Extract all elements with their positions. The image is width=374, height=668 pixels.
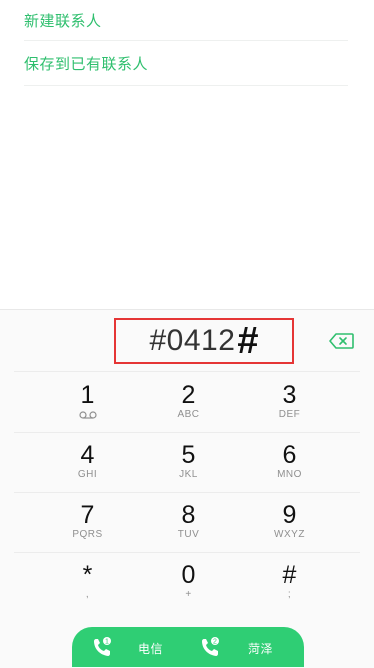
keypad-divider — [14, 552, 360, 553]
key-digit: 1 — [80, 381, 95, 409]
key-digit: 2 — [181, 381, 196, 409]
key-6[interactable]: 6 MNO — [239, 432, 340, 492]
key-9[interactable]: 9 WXYZ — [239, 492, 340, 552]
call-sim2-label: 菏泽 — [248, 642, 274, 656]
keypad-row: * , 0 + # ; — [0, 552, 374, 612]
key-letters: DEF — [278, 409, 301, 420]
key-hash[interactable]: # ; — [239, 552, 340, 612]
key-1[interactable]: 1 — [37, 372, 138, 432]
dialed-number: #0412 — [149, 324, 236, 357]
key-2[interactable]: 2 ABC — [138, 372, 239, 432]
key-digit: # — [282, 561, 297, 589]
key-digit: 9 — [282, 501, 297, 529]
key-letters: , — [85, 589, 90, 600]
phone-sim1-icon: 1 — [94, 637, 111, 656]
key-5[interactable]: 5 JKL — [138, 432, 239, 492]
keypad-row: 4 GHI 5 JKL 6 MNO — [0, 432, 374, 492]
sim2-number: 2 — [213, 639, 217, 646]
keypad-row: 7 PQRS 8 TUV 9 WXYZ — [0, 492, 374, 552]
key-digit: 8 — [181, 501, 196, 529]
key-digit: 6 — [282, 441, 297, 469]
key-3[interactable]: 3 DEF — [239, 372, 340, 432]
key-digit: 4 — [80, 441, 95, 469]
voicemail-icon — [78, 411, 97, 419]
save-to-existing-contact-option[interactable]: 保存到已有联系人 — [24, 41, 348, 86]
key-7[interactable]: 7 PQRS — [37, 492, 138, 552]
sim1-number: 1 — [105, 639, 109, 646]
key-0[interactable]: 0 + — [138, 552, 239, 612]
key-digit: * — [82, 561, 93, 589]
call-bar: 1 电信 2 菏泽 — [72, 627, 304, 667]
call-sim2-button[interactable]: 2 菏泽 — [188, 627, 304, 667]
keypad-divider — [14, 492, 360, 493]
add-contact-options: 新建联系人 保存到已有联系人 — [0, 0, 374, 86]
new-contact-option[interactable]: 新建联系人 — [24, 0, 348, 41]
key-star[interactable]: * , — [37, 552, 138, 612]
key-letters: + — [185, 589, 192, 600]
key-letters: ; — [287, 589, 292, 600]
key-letters: WXYZ — [274, 529, 305, 540]
key-letters: JKL — [179, 469, 198, 480]
call-sim1-button[interactable]: 1 电信 — [72, 627, 188, 667]
key-letters: TUV — [177, 529, 200, 540]
key-letters: MNO — [277, 469, 302, 480]
key-8[interactable]: 8 TUV — [138, 492, 239, 552]
key-4[interactable]: 4 GHI — [37, 432, 138, 492]
number-highlight-box: #0412 # — [114, 318, 294, 364]
key-letters: PQRS — [72, 529, 103, 540]
key-letters: GHI — [77, 469, 98, 480]
new-contact-label: 新建联系人 — [24, 11, 102, 30]
keypad-row: 1 2 ABC 3 DEF — [0, 372, 374, 432]
input-cursor-hash: # — [237, 320, 259, 362]
dialer-panel: #0412 # 1 2 ABC 3 DEF 4 GHI 5 JKL 6 MNO … — [0, 309, 374, 668]
key-digit: 0 — [181, 561, 196, 589]
call-sim1-label: 电信 — [138, 642, 164, 656]
key-digit: 7 — [80, 501, 95, 529]
key-digit: 3 — [282, 381, 297, 409]
key-letters: ABC — [177, 409, 200, 420]
keypad-divider — [14, 432, 360, 433]
phone-sim2-icon: 2 — [202, 637, 219, 656]
backspace-icon[interactable] — [329, 333, 354, 349]
save-to-existing-label: 保存到已有联系人 — [24, 54, 149, 73]
key-digit: 5 — [181, 441, 196, 469]
number-display-row: #0412 # — [0, 310, 374, 371]
